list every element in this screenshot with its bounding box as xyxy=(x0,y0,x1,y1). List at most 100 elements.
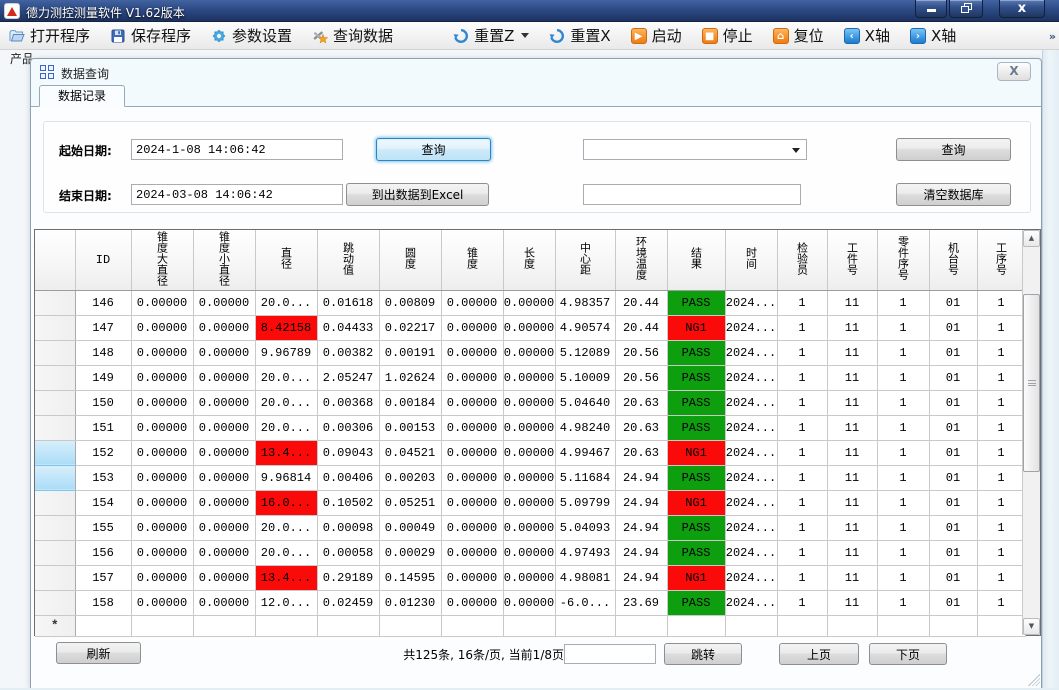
cell[interactable] xyxy=(827,615,877,636)
cell[interactable]: 2024... xyxy=(725,290,777,315)
cell[interactable]: 1 xyxy=(777,465,827,490)
cell[interactable]: 24.94 xyxy=(615,565,667,590)
cell[interactable]: 0.00000 xyxy=(503,290,555,315)
cell[interactable] xyxy=(615,615,667,636)
scroll-down-button[interactable]: ▼ xyxy=(1023,618,1040,635)
cell[interactable]: 4.99467 xyxy=(555,440,615,465)
cell[interactable]: 0.00000 xyxy=(193,590,255,615)
column-header-13[interactable]: 工件号 xyxy=(827,230,877,290)
cell[interactable]: 0.00000 xyxy=(441,315,503,340)
cell[interactable]: 20.63 xyxy=(615,415,667,440)
cell[interactable]: 1 xyxy=(977,315,1025,340)
query-button-left[interactable]: 查询 xyxy=(376,138,491,161)
end-date-input[interactable] xyxy=(131,184,343,205)
resize-grip[interactable] xyxy=(1028,674,1040,686)
clear-database-button[interactable]: 清空数据库 xyxy=(896,183,1011,206)
cell[interactable]: 1 xyxy=(877,390,929,415)
cell[interactable]: 0.00000 xyxy=(193,390,255,415)
cell[interactable]: 1 xyxy=(777,390,827,415)
cell[interactable]: 1 xyxy=(977,465,1025,490)
row-header-cell[interactable] xyxy=(35,390,75,415)
cell[interactable]: 0.00306 xyxy=(317,415,379,440)
home-reset-button[interactable]: ⌂ 复位 xyxy=(770,23,827,48)
cell[interactable]: 0.00000 xyxy=(193,365,255,390)
cell[interactable]: 20.44 xyxy=(615,290,667,315)
cell[interactable]: 0.04433 xyxy=(317,315,379,340)
cell[interactable]: 4.98357 xyxy=(555,290,615,315)
cell[interactable]: 0.00000 xyxy=(441,465,503,490)
cell[interactable]: 0.00000 xyxy=(193,315,255,340)
cell[interactable]: 0.00368 xyxy=(317,390,379,415)
cell[interactable]: 8.42158 xyxy=(255,315,317,340)
x-axis-right-button[interactable]: › X轴 xyxy=(907,23,959,48)
restore-button[interactable] xyxy=(949,0,983,18)
cell[interactable]: PASS xyxy=(667,365,725,390)
cell[interactable] xyxy=(725,615,777,636)
cell[interactable]: 1 xyxy=(977,515,1025,540)
column-header-2[interactable]: 锥度小直径 xyxy=(193,230,255,290)
cell[interactable]: 0.00000 xyxy=(441,415,503,440)
cell[interactable]: 1 xyxy=(977,290,1025,315)
cell[interactable]: 0.00000 xyxy=(441,340,503,365)
cell[interactable]: 01 xyxy=(929,415,977,440)
cell[interactable]: 11 xyxy=(827,565,877,590)
cell[interactable]: 1 xyxy=(977,390,1025,415)
cell[interactable]: 146 xyxy=(75,290,131,315)
cell[interactable]: 157 xyxy=(75,565,131,590)
cell[interactable]: 0.02217 xyxy=(379,315,441,340)
cell[interactable]: 01 xyxy=(929,440,977,465)
cell[interactable]: 01 xyxy=(929,565,977,590)
cell[interactable]: 0.00000 xyxy=(131,440,193,465)
cell[interactable]: 11 xyxy=(827,590,877,615)
cell[interactable]: 0.00382 xyxy=(317,340,379,365)
cell[interactable]: 0.00000 xyxy=(441,490,503,515)
cell[interactable]: 0.00809 xyxy=(379,290,441,315)
cell[interactable]: 01 xyxy=(929,290,977,315)
cell[interactable]: 24.94 xyxy=(615,515,667,540)
cell[interactable]: 1 xyxy=(877,440,929,465)
cell[interactable]: 1 xyxy=(977,490,1025,515)
cell[interactable]: 5.12089 xyxy=(555,340,615,365)
cell[interactable]: 20.56 xyxy=(615,340,667,365)
cell[interactable]: 0.00000 xyxy=(503,565,555,590)
cell[interactable]: 01 xyxy=(929,490,977,515)
column-header-id[interactable]: ID xyxy=(75,230,131,290)
cell[interactable]: 155 xyxy=(75,515,131,540)
cell[interactable]: 0.00098 xyxy=(317,515,379,540)
cell[interactable]: 0.00000 xyxy=(503,490,555,515)
cell[interactable]: 0.00000 xyxy=(193,490,255,515)
column-header-6[interactable]: 锥度 xyxy=(441,230,503,290)
cell[interactable]: 2024... xyxy=(725,590,777,615)
cell[interactable]: 13.4... xyxy=(255,440,317,465)
row-header-cell[interactable] xyxy=(35,540,75,565)
cell[interactable]: 2024... xyxy=(725,315,777,340)
cell[interactable]: 1 xyxy=(777,540,827,565)
cell[interactable] xyxy=(667,615,725,636)
row-header-cell[interactable] xyxy=(35,490,75,515)
cell[interactable]: 1 xyxy=(777,415,827,440)
column-header-1[interactable]: 锥度大直径 xyxy=(131,230,193,290)
cell[interactable]: PASS xyxy=(667,390,725,415)
cell[interactable]: -6.0... xyxy=(555,590,615,615)
scroll-thumb[interactable] xyxy=(1023,294,1040,472)
cell[interactable]: 1 xyxy=(877,365,929,390)
cell[interactable]: 0.00000 xyxy=(131,315,193,340)
cell[interactable]: 2024... xyxy=(725,565,777,590)
toolbar-overflow-icon[interactable]: » xyxy=(1049,30,1056,43)
cell[interactable]: NG1 xyxy=(667,440,725,465)
cell[interactable]: 11 xyxy=(827,290,877,315)
cell[interactable]: 11 xyxy=(827,515,877,540)
cell[interactable]: 0.00000 xyxy=(503,390,555,415)
cell[interactable]: 0.00000 xyxy=(193,515,255,540)
cell[interactable]: 01 xyxy=(929,540,977,565)
cell[interactable]: 0.00000 xyxy=(441,515,503,540)
cell[interactable] xyxy=(441,615,503,636)
row-header-cell[interactable] xyxy=(35,340,75,365)
cell[interactable] xyxy=(255,615,317,636)
cell[interactable]: 11 xyxy=(827,340,877,365)
cell[interactable]: 5.04093 xyxy=(555,515,615,540)
row-header-cell[interactable] xyxy=(35,465,75,490)
cell[interactable]: PASS xyxy=(667,290,725,315)
cell[interactable]: 11 xyxy=(827,415,877,440)
cell[interactable]: 0.00000 xyxy=(503,415,555,440)
